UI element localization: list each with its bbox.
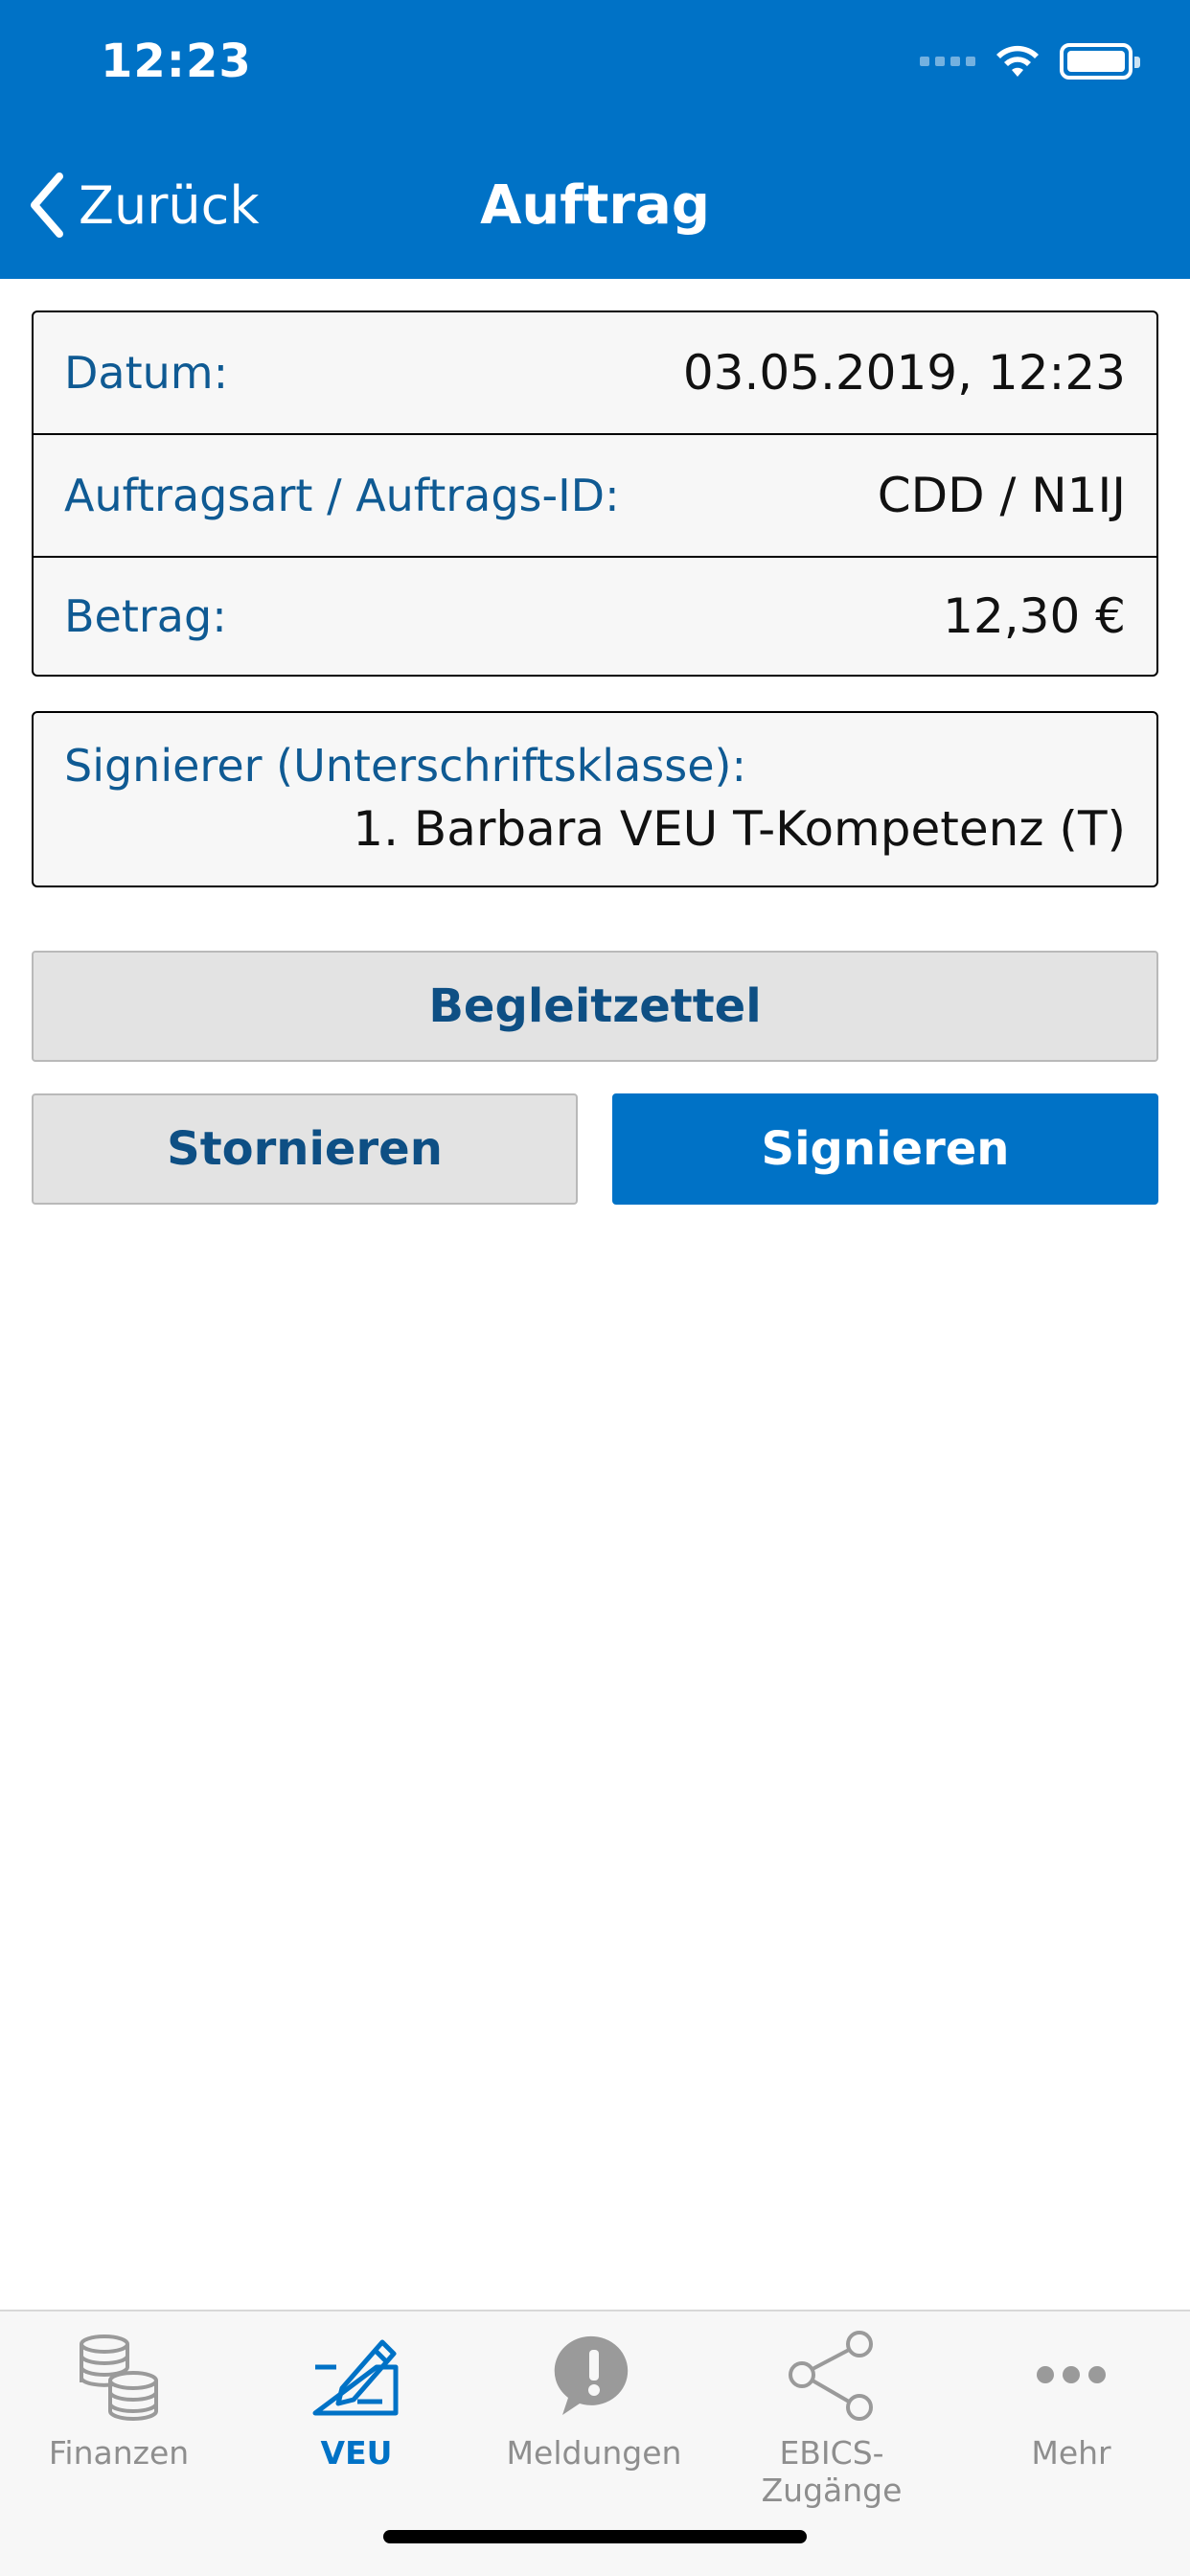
more-icon [1037, 2366, 1106, 2383]
nav-header: 12:23 Zurück Auftrag [0, 0, 1190, 279]
stornieren-button[interactable]: Stornieren [32, 1093, 578, 1205]
home-indicator[interactable] [383, 2530, 807, 2543]
tab-label: Mehr [1031, 2434, 1111, 2472]
coins-icon [80, 2334, 158, 2421]
battery-icon [1060, 43, 1140, 80]
order-details-box: Datum: 03.05.2019, 12:23 Auftragsart / A… [32, 310, 1158, 677]
detail-label: Auftragsart / Auftrags-ID: [64, 470, 620, 521]
begleitzettel-button[interactable]: Begleitzettel [32, 951, 1158, 1062]
tab-mehr[interactable]: Mehr [952, 2329, 1190, 2472]
share-icon [789, 2331, 873, 2421]
signer-box: Signierer (Unterschriftsklasse): 1. Barb… [32, 711, 1158, 887]
detail-label: Betrag: [64, 590, 227, 642]
wifi-icon [996, 45, 1039, 77]
tab-meldungen[interactable]: Meldungen [475, 2329, 713, 2472]
detail-row-betrag: Betrag: 12,30 € [34, 558, 1156, 675]
detail-value: 12,30 € [943, 588, 1126, 644]
status-time: 12:23 [101, 34, 252, 88]
detail-value: 03.05.2019, 12:23 [682, 345, 1126, 401]
tab-label: EBICS-Zugänge [761, 2434, 903, 2509]
tab-label: Meldungen [506, 2434, 682, 2472]
tab-label: VEU [320, 2434, 393, 2472]
page-title: Auftrag [480, 174, 710, 237]
detail-value: CDD / N1IJ [877, 468, 1126, 523]
signer-label: Signierer (Unterschriftsklasse): [64, 740, 746, 792]
signer-value: 1. Barbara VEU T-Kompetenz (T) [353, 801, 1126, 857]
status-icons [920, 42, 1140, 80]
tab-finanzen[interactable]: Finanzen [0, 2329, 238, 2472]
signieren-button[interactable]: Signieren [612, 1093, 1158, 1205]
detail-label: Datum: [64, 347, 229, 399]
tab-veu[interactable]: VEU [238, 2329, 475, 2472]
tab-label: Finanzen [48, 2434, 190, 2472]
tab-ebics-zugaenge[interactable]: EBICS-Zugänge [713, 2329, 950, 2509]
alert-bubble-icon [554, 2335, 629, 2415]
sign-pen-icon [312, 2339, 399, 2416]
detail-row-datum: Datum: 03.05.2019, 12:23 [34, 312, 1156, 435]
signal-icon [920, 57, 975, 66]
detail-row-auftragsart: Auftragsart / Auftrags-ID: CDD / N1IJ [34, 435, 1156, 558]
